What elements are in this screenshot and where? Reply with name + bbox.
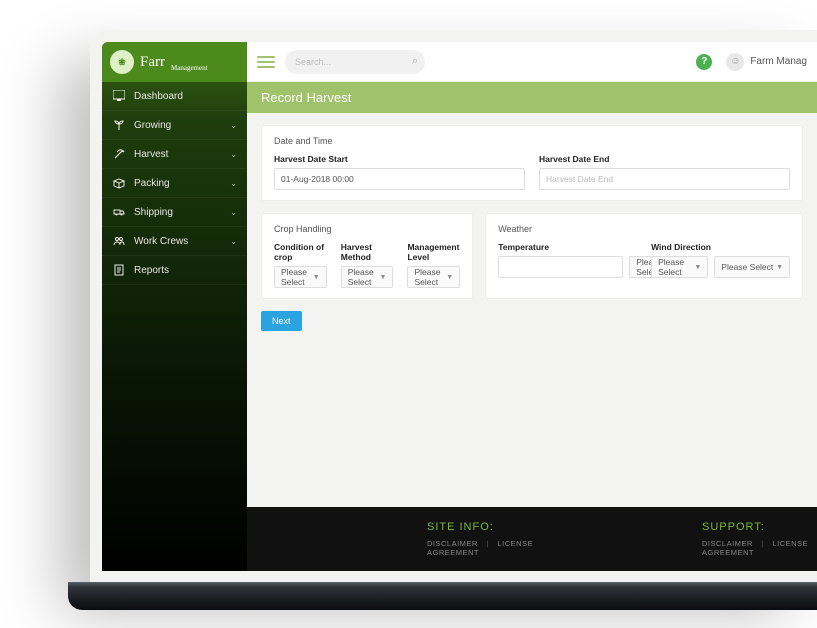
sidebar-item-harvest[interactable]: Harvest ⌄ <box>102 140 247 169</box>
search-input[interactable] <box>295 57 412 67</box>
panel-title: Crop Handling <box>274 224 460 234</box>
wind-speed-select[interactable]: Please Select▼ <box>651 256 708 278</box>
document-icon <box>112 263 126 277</box>
sidebar-item-work-crews[interactable]: Work Crews ⌄ <box>102 227 247 256</box>
search-icon: ⌕ <box>412 55 418 68</box>
sidebar-item-growing[interactable]: Growing ⌄ <box>102 111 247 140</box>
chevron-down-icon: ⌄ <box>230 121 237 130</box>
condition-of-crop-select[interactable]: Please Select▼ <box>274 266 327 288</box>
field-temperature: Temperature Please Select▼ <box>498 242 637 278</box>
brand-name: Farr <box>140 54 165 71</box>
footer-heading: SUPPORT: <box>702 521 817 533</box>
next-button[interactable]: Next <box>261 311 302 331</box>
footer-heading: SITE INFO: <box>427 521 542 533</box>
wind-direction-select[interactable]: Please Select▼ <box>714 256 790 278</box>
box-icon <box>112 176 126 190</box>
sidebar-item-label: Work Crews <box>134 236 188 247</box>
brand-subtitle: Management <box>171 64 208 72</box>
sidebar-item-label: Packing <box>134 178 170 189</box>
chevron-down-icon: ⌄ <box>230 179 237 188</box>
laptop-base <box>68 582 817 610</box>
scythe-icon <box>112 147 126 161</box>
app-shell: ❀ Farr Management Dashboard Growing ⌄ <box>102 42 817 571</box>
field-label: Harvest Method <box>341 242 394 262</box>
chevron-down-icon: ▼ <box>776 264 783 271</box>
field-harvest-date-end: Harvest Date End <box>539 154 790 190</box>
harvest-method-select[interactable]: Please Select▼ <box>341 266 394 288</box>
field-label: Wind Direction <box>651 242 790 252</box>
sidebar-item-reports[interactable]: Reports <box>102 256 247 285</box>
sidebar-item-label: Harvest <box>134 149 168 160</box>
plant-icon <box>112 118 126 132</box>
content: Date and Time Harvest Date Start Harvest… <box>247 113 817 507</box>
field-label: Harvest Date End <box>539 154 790 164</box>
user-menu[interactable]: ☺ Farm Manag <box>726 53 807 71</box>
chevron-down-icon: ▼ <box>694 264 701 271</box>
panel-title: Weather <box>498 224 790 234</box>
footer-link-disclaimer[interactable]: DISCLAIMER <box>702 539 753 548</box>
field-condition-of-crop: Condition of crop Please Select▼ <box>274 242 327 288</box>
sidebar-item-dashboard[interactable]: Dashboard <box>102 82 247 111</box>
nav-list: Dashboard Growing ⌄ Harvest ⌄ Packi <box>102 82 247 285</box>
user-name: Farm Manag <box>750 56 807 67</box>
footer-site-info: SITE INFO: DISCLAIMER | LICENSE AGREEMEN… <box>427 521 542 557</box>
field-label: Condition of crop <box>274 242 327 262</box>
field-management-level: Management Level Please Select▼ <box>407 242 460 288</box>
footer-link-disclaimer[interactable]: DISCLAIMER <box>427 539 478 548</box>
field-label: Management Level <box>407 242 460 262</box>
sidebar-item-label: Growing <box>134 120 171 131</box>
avatar-icon: ☺ <box>726 53 744 71</box>
chevron-down-icon: ▼ <box>446 274 453 281</box>
management-level-select[interactable]: Please Select▼ <box>407 266 460 288</box>
sidebar-item-shipping[interactable]: Shipping ⌄ <box>102 198 247 227</box>
field-wind-direction: Wind Direction Please Select▼ Please Sel… <box>651 242 790 278</box>
harvest-date-end-input[interactable] <box>539 168 790 190</box>
panel-title: Date and Time <box>274 136 790 146</box>
main-area: ⌕ ? ☺ Farm Manag Record Harvest Date and… <box>247 42 817 571</box>
footer: SITE INFO: DISCLAIMER | LICENSE AGREEMEN… <box>247 507 817 571</box>
panel-weather: Weather Temperature Please Select▼ <box>485 213 803 299</box>
help-icon[interactable]: ? <box>696 54 712 70</box>
people-icon <box>112 234 126 248</box>
dashboard-icon <box>112 89 126 103</box>
topbar: ⌕ ? ☺ Farm Manag <box>247 42 817 82</box>
menu-toggle-icon[interactable] <box>257 56 275 68</box>
sidebar-item-label: Shipping <box>134 207 173 218</box>
laptop-frame: ❀ Farr Management Dashboard Growing ⌄ <box>90 30 817 583</box>
sidebar-item-label: Dashboard <box>134 91 183 102</box>
panel-date-time: Date and Time Harvest Date Start Harvest… <box>261 125 803 201</box>
chevron-down-icon: ▼ <box>380 274 387 281</box>
sidebar-item-packing[interactable]: Packing ⌄ <box>102 169 247 198</box>
field-harvest-method: Harvest Method Please Select▼ <box>341 242 394 288</box>
field-harvest-date-start: Harvest Date Start <box>274 154 525 190</box>
field-label: Harvest Date Start <box>274 154 525 164</box>
sidebar-item-label: Reports <box>134 265 169 276</box>
truck-icon <box>112 205 126 219</box>
chevron-down-icon: ▼ <box>313 274 320 281</box>
harvest-date-start-input[interactable] <box>274 168 525 190</box>
sidebar: ❀ Farr Management Dashboard Growing ⌄ <box>102 42 247 571</box>
field-label: Temperature <box>498 242 637 252</box>
page-title: Record Harvest <box>247 82 817 113</box>
brand-logo-icon: ❀ <box>110 50 134 74</box>
chevron-down-icon: ⌄ <box>230 208 237 217</box>
chevron-down-icon: ⌄ <box>230 237 237 246</box>
screen: ❀ Farr Management Dashboard Growing ⌄ <box>102 42 817 571</box>
brand[interactable]: ❀ Farr Management <box>102 42 247 82</box>
chevron-down-icon: ⌄ <box>230 150 237 159</box>
panel-crop-handling: Crop Handling Condition of crop Please S… <box>261 213 473 299</box>
temperature-input[interactable] <box>498 256 623 278</box>
search-box[interactable]: ⌕ <box>285 50 425 74</box>
footer-support: SUPPORT: DISCLAIMER | LICENSE AGREEMENT <box>702 521 817 557</box>
